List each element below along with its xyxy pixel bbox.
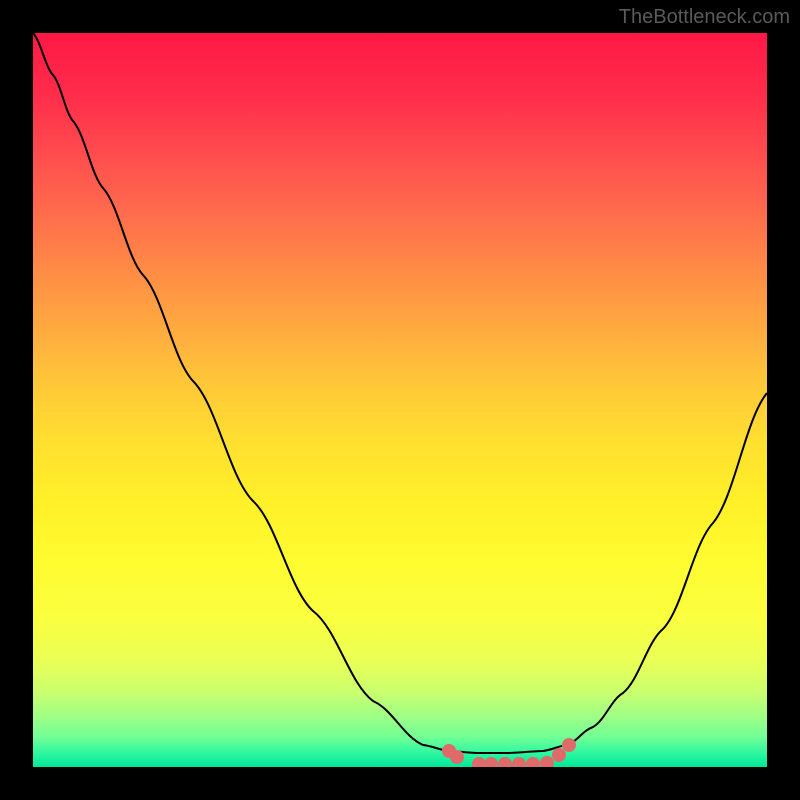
- highlight-dot: [450, 750, 464, 764]
- watermark-text: TheBottleneck.com: [619, 6, 790, 29]
- highlight-dot: [472, 757, 486, 767]
- highlight-dot: [540, 756, 554, 767]
- plot-area: [33, 33, 767, 767]
- bottleneck-curve: [33, 33, 767, 753]
- highlight-dot: [512, 757, 526, 767]
- highlight-dot: [562, 738, 576, 752]
- highlight-dot: [526, 757, 540, 767]
- highlight-dot: [484, 757, 498, 767]
- highlight-dot: [552, 748, 566, 762]
- chart-svg: [33, 33, 767, 767]
- highlight-dot: [498, 757, 512, 767]
